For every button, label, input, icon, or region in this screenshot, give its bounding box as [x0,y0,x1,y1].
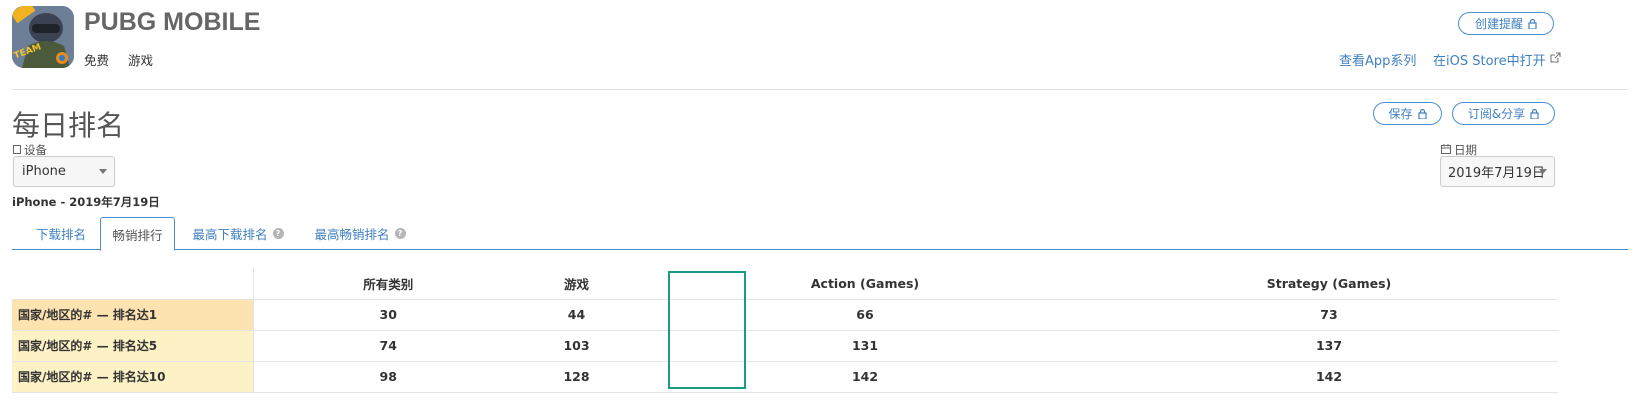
lock-icon [1528,18,1537,29]
table-header-row: 所有类别 游戏 Action (Games) Strategy (Games) [12,268,1558,300]
header-divider [12,89,1628,90]
table-cell: 44 [523,299,630,331]
app-title: PUBG MOBILE [84,8,261,36]
lock-icon [1417,108,1427,119]
rankings-table: 所有类别 游戏 Action (Games) Strategy (Games) … [12,268,1558,393]
table-cell: 128 [523,361,630,393]
table-cell: 30 [253,299,523,331]
table-cell: 73 [1100,299,1558,331]
device-select-value: iPhone [22,164,66,179]
table-cell: 98 [253,361,523,393]
tab-highest-grossing[interactable]: 最高畅销排名 ? [304,217,416,250]
table-cell: 142 [1100,361,1558,393]
table-row: 国家/地区的# — 排名达5 74 103 131 137 [12,330,1558,362]
date-select-value: 2019年7月19日 [1448,166,1545,181]
table-corner-cell [12,268,254,300]
create-alert-button[interactable]: 创建提醒 [1458,12,1554,35]
help-icon[interactable]: ? [272,228,284,239]
tab-label: 最高畅销排名 [314,227,390,242]
open-ios-store-link[interactable]: 在iOS Store中打开 [1433,50,1561,69]
lock-icon [1530,108,1539,119]
chevron-down-icon [1539,169,1547,174]
subscribe-share-button[interactable]: 订阅&分享 [1452,102,1555,125]
column-header: Strategy (Games) [1100,268,1558,300]
tab-downloads[interactable]: 下载排名 [22,217,100,250]
table-row: 国家/地区的# — 排名达1 30 44 66 73 [12,299,1558,331]
table-cell: 142 [630,361,1100,393]
row-label: 国家/地区的# — 排名达1 [12,299,254,331]
app-price: 免费 [84,53,110,68]
save-button[interactable]: 保存 [1373,102,1442,125]
open-ios-store-label: 在iOS Store中打开 [1433,54,1546,69]
help-icon[interactable]: ? [394,228,406,239]
ranking-tabs: 下载排名 畅销排行 最高下载排名 ? 最高畅销排名 ? [12,217,1628,251]
view-series-label: 查看App系列 [1339,54,1417,69]
column-header: Action (Games) [630,268,1100,300]
app-icon: TEAM [12,6,74,68]
table-cell: 137 [1100,330,1558,362]
external-link-icon [1550,52,1561,67]
subscribe-share-label: 订阅&分享 [1467,107,1526,121]
table-cell: 66 [630,299,1100,331]
tab-label: 下载排名 [35,227,86,242]
tab-highest-downloads[interactable]: 最高下载排名 ? [182,217,294,250]
date-select[interactable]: 2019年7月19日 [1440,156,1555,187]
tab-top-grossing[interactable]: 畅销排行 [100,217,175,251]
tab-label: 最高下载排名 [192,227,268,242]
column-header: 所有类别 [253,268,523,300]
table-cell: 103 [523,330,630,362]
calendar-icon [1441,143,1451,157]
table-cell: 74 [253,330,523,362]
app-meta: 免费 游戏 [84,50,153,69]
app-category[interactable]: 游戏 [128,50,153,69]
create-alert-label: 创建提醒 [1474,17,1523,31]
tab-label: 畅销排行 [112,227,163,243]
view-series-link[interactable]: 查看App系列 [1339,50,1416,69]
ranking-subheading: iPhone - 2019年7月19日 [12,195,160,209]
page-title: 每日排名 [12,109,125,142]
table-cell: 131 [630,330,1100,362]
table-row: 国家/地区的# — 排名达10 98 128 142 142 [12,361,1558,393]
column-header: 游戏 [523,268,630,300]
row-label: 国家/地区的# — 排名达10 [12,361,254,393]
device-select[interactable]: iPhone [13,156,115,187]
chevron-down-icon [99,169,107,174]
device-icon [13,143,21,157]
row-label: 国家/地区的# — 排名达5 [12,330,254,362]
save-label: 保存 [1388,107,1413,121]
